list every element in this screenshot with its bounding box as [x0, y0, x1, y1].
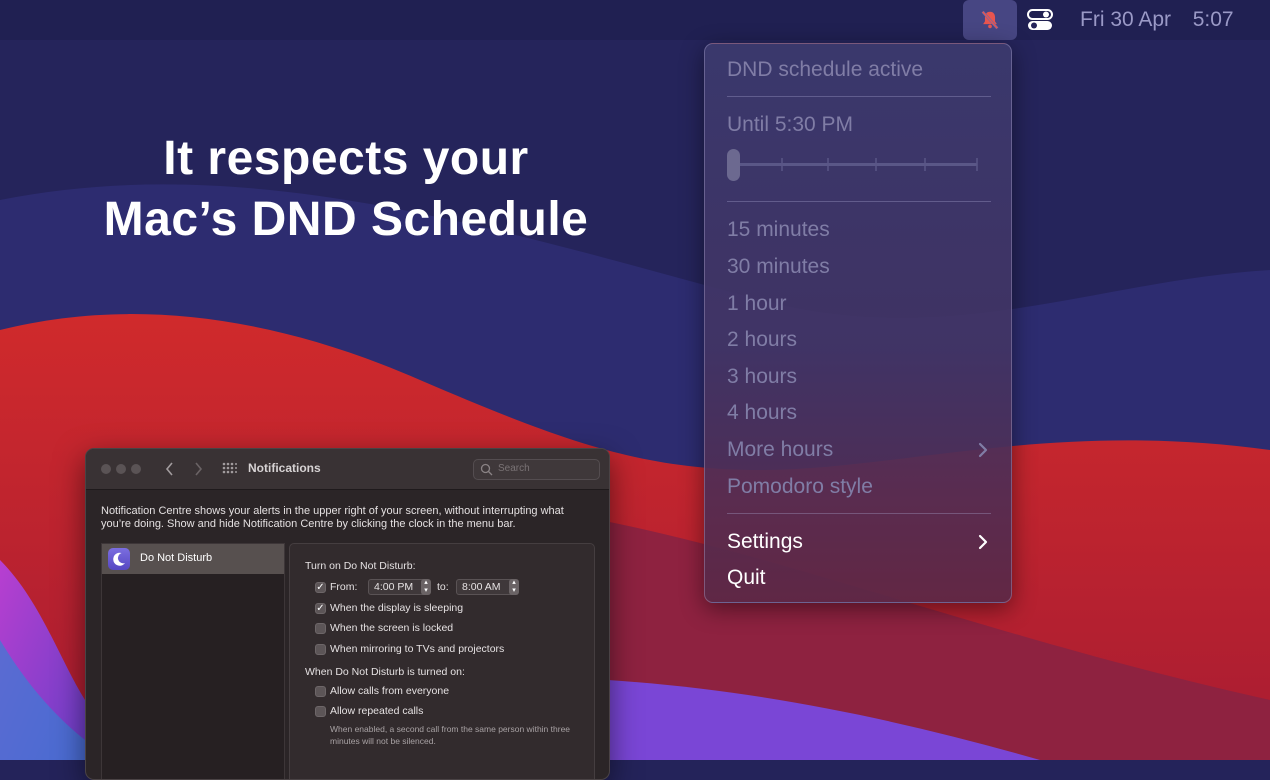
- from-label: From:: [330, 581, 358, 593]
- headline-line-2: Mac’s DND Schedule: [103, 193, 589, 246]
- to-time-field[interactable]: 8:00 AM: [456, 579, 516, 595]
- when-on-label: When Do Not Disturb is turned on:: [305, 666, 465, 678]
- search-field[interactable]: Search: [473, 459, 600, 480]
- from-time-stepper[interactable]: ▴ ▾: [421, 579, 431, 595]
- from-checkbox[interactable]: ✓: [315, 582, 326, 593]
- to-label: to:: [437, 581, 449, 593]
- slider-knob: [727, 149, 740, 181]
- sidebar-item-do-not-disturb[interactable]: Do Not Disturb: [102, 544, 284, 574]
- allow-calls-checkbox[interactable]: [315, 686, 326, 697]
- promo-headline: It respects your Mac’s DND Schedule: [40, 128, 652, 250]
- chevron-right-icon: [978, 442, 988, 458]
- forward-arrow-icon[interactable]: [192, 461, 204, 477]
- control-center-button[interactable]: [1024, 0, 1056, 40]
- window-titlebar: Notifications Search: [86, 449, 609, 490]
- menu-item-more-hours[interactable]: More hours: [727, 434, 991, 466]
- sidebar-item-label: Do Not Disturb: [140, 552, 213, 564]
- allow-repeated-label: Allow repeated calls: [330, 705, 424, 717]
- menu-item-2-hours[interactable]: 2 hours: [727, 324, 991, 356]
- menu-item-4-hours[interactable]: 4 hours: [727, 397, 991, 429]
- grid-icon[interactable]: [222, 462, 237, 477]
- toggle-switches-icon: [1027, 9, 1053, 30]
- duration-slider[interactable]: [727, 148, 979, 182]
- mirroring-checkbox[interactable]: [315, 644, 326, 655]
- clock-time: 5:07: [1192, 8, 1234, 31]
- menu-status: DND schedule active: [727, 58, 924, 81]
- notification-description: Notification Centre shows your alerts in…: [101, 505, 564, 530]
- notifications-preferences-window: Notifications Search Notification Centre…: [85, 448, 610, 780]
- menu-item-3-hours[interactable]: 3 hours: [727, 361, 991, 393]
- screen-locked-checkbox[interactable]: [315, 623, 326, 634]
- screen-locked-label: When the screen is locked: [330, 622, 454, 634]
- back-arrow-icon[interactable]: [164, 461, 176, 477]
- menu-item-1-hour[interactable]: 1 hour: [727, 288, 991, 320]
- dnd-menubar-button[interactable]: [963, 0, 1017, 40]
- display-sleeping-checkbox[interactable]: ✓: [315, 603, 326, 614]
- menu-item-30-minutes[interactable]: 30 minutes: [727, 251, 991, 283]
- headline-line-1: It respects your: [163, 132, 529, 185]
- turn-on-label: Turn on Do Not Disturb:: [305, 560, 416, 572]
- dnd-dropdown-menu: DND schedule active Until 5:30 PM 15 min…: [704, 43, 1012, 603]
- bell-slash-icon: [981, 10, 999, 30]
- menu-item-15-minutes[interactable]: 15 minutes: [727, 214, 991, 246]
- window-title: Notifications: [248, 461, 321, 475]
- chevron-right-icon: [978, 534, 988, 550]
- display-sleeping-label: When the display is sleeping: [330, 602, 464, 614]
- zoom-window-button[interactable]: [131, 464, 141, 474]
- dnd-settings-panel: Turn on Do Not Disturb: ✓ From: 4:00 PM …: [289, 543, 595, 779]
- menu-item-quit[interactable]: Quit: [727, 562, 991, 594]
- mirroring-label: When mirroring to TVs and projectors: [330, 643, 505, 655]
- menu-item-settings[interactable]: Settings: [727, 526, 991, 558]
- menu-separator: [727, 96, 991, 97]
- menu-separator: [727, 201, 991, 202]
- notifications-sidebar: Do Not Disturb: [101, 543, 285, 779]
- more-hours-label: More hours: [727, 438, 834, 461]
- close-window-button[interactable]: [101, 464, 111, 474]
- moon-icon: [108, 548, 130, 570]
- from-time-field[interactable]: 4:00 PM: [368, 579, 428, 595]
- search-icon: [480, 463, 493, 476]
- settings-label: Settings: [727, 530, 803, 553]
- menu-until-label: Until 5:30 PM: [727, 113, 854, 136]
- clock-date: Fri 30 Apr: [1080, 8, 1172, 31]
- repeated-calls-note: When enabled, a second call from the sam…: [330, 724, 571, 746]
- minimize-window-button[interactable]: [116, 464, 126, 474]
- search-placeholder: Search: [498, 463, 530, 474]
- to-time-stepper[interactable]: ▴ ▾: [509, 579, 519, 595]
- menubar-clock[interactable]: Fri 30 Apr 5:07: [1080, 7, 1234, 33]
- allow-calls-label: Allow calls from everyone: [330, 685, 450, 697]
- menu-bar: Fri 30 Apr 5:07: [0, 0, 1270, 40]
- allow-repeated-checkbox[interactable]: [315, 706, 326, 717]
- menu-separator: [727, 513, 991, 514]
- menu-item-pomodoro[interactable]: Pomodoro style: [727, 471, 991, 503]
